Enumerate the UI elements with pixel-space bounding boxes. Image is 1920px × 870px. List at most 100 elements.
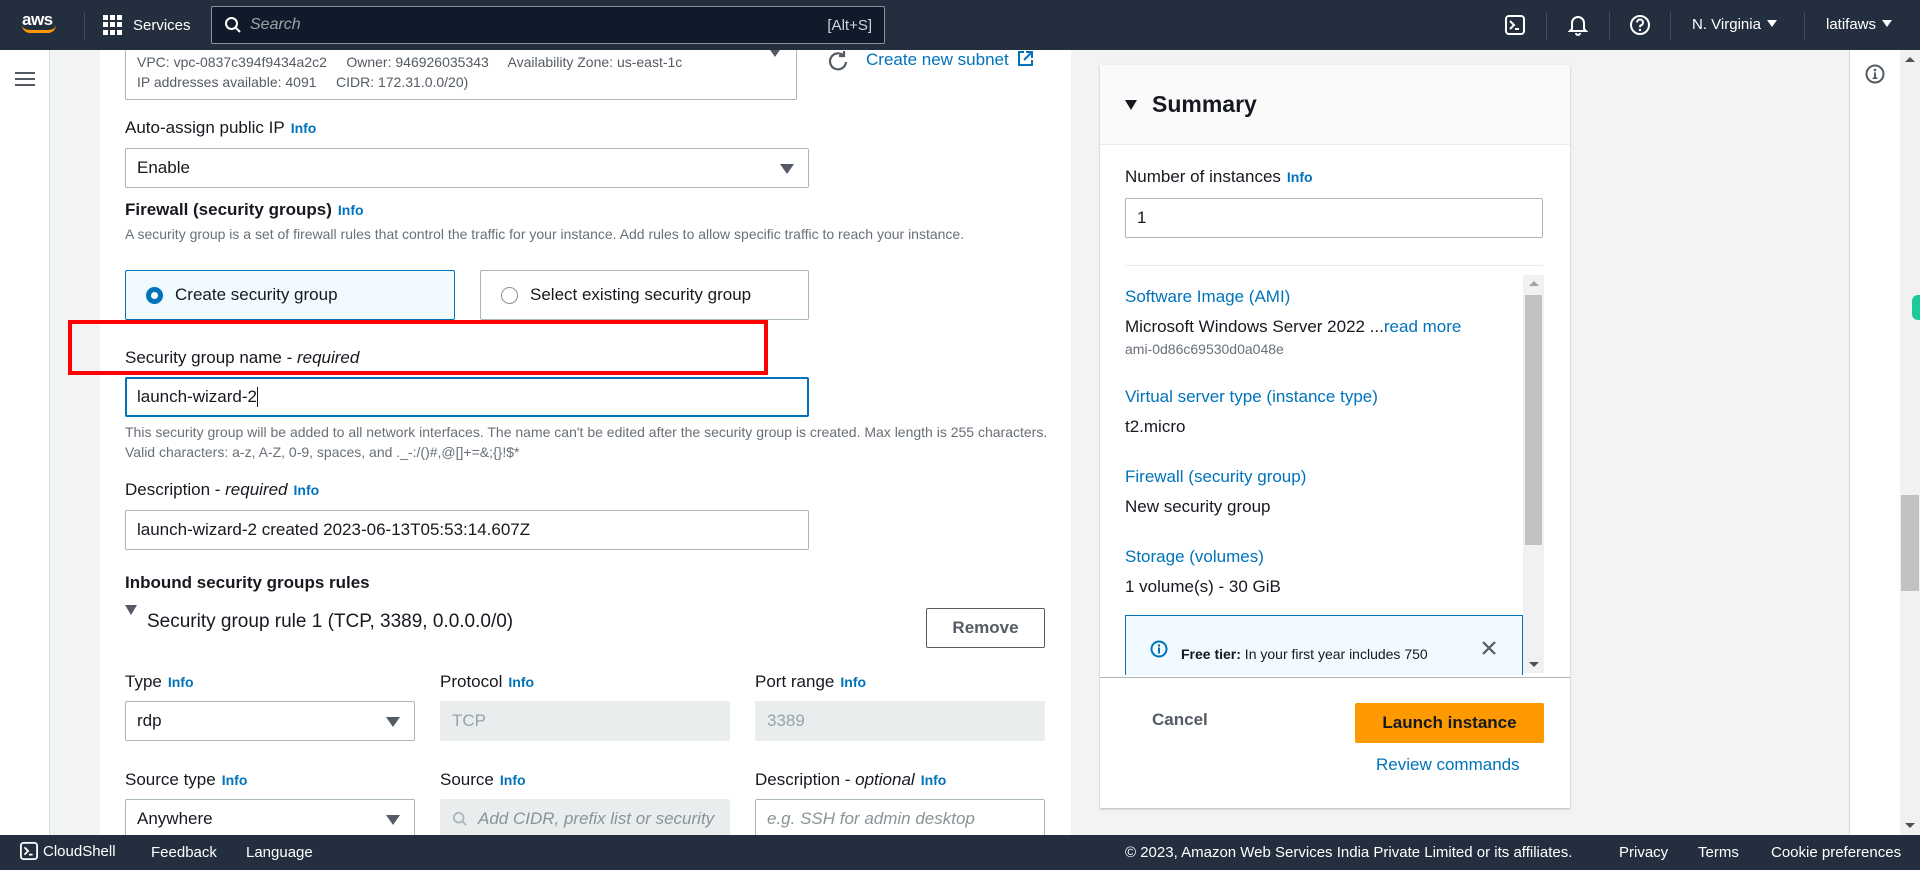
top-navigation-bar: aws Services Search [Alt+S] N. Virginia …	[0, 0, 1920, 50]
region-selector[interactable]: N. Virginia	[1692, 16, 1777, 33]
free-tier-bold: Free tier:	[1181, 646, 1241, 662]
caret-down-icon	[125, 605, 137, 615]
divider	[1609, 12, 1610, 40]
scroll-up-arrow-icon[interactable]	[1905, 57, 1915, 62]
caret-down-icon	[768, 50, 782, 57]
search-icon	[452, 811, 467, 826]
subnet-select[interactable]: VPC: vpc-0837c394f9434a2c2 Owner: 946926…	[125, 50, 797, 100]
info-link[interactable]: Info	[294, 482, 320, 498]
info-link[interactable]: Info	[500, 772, 526, 788]
info-link[interactable]: Info	[840, 674, 866, 690]
number-of-instances-label-text: Number of instances	[1125, 167, 1281, 186]
caret-down-icon	[1766, 20, 1777, 27]
page-scrollbar[interactable]	[1900, 50, 1920, 835]
info-link[interactable]: Info	[338, 202, 364, 218]
info-panel-icon[interactable]	[1865, 64, 1885, 84]
inbound-rules-heading: Inbound security groups rules	[125, 573, 370, 592]
info-link[interactable]: Info	[222, 772, 248, 788]
scroll-down-arrow-icon[interactable]	[1529, 662, 1539, 667]
notifications-bell-icon[interactable]	[1566, 13, 1590, 37]
firewall-link[interactable]: Firewall (security group)	[1125, 467, 1306, 487]
create-new-subnet-label: Create new subnet	[866, 50, 1009, 69]
launch-instance-button[interactable]: Launch instance	[1355, 703, 1544, 743]
search-input[interactable]: Search [Alt+S]	[211, 6, 885, 44]
services-menu-button[interactable]: Services	[103, 12, 191, 38]
text-cursor	[257, 387, 258, 407]
rule-description-placeholder: e.g. SSH for admin desktop	[767, 809, 975, 828]
scroll-down-arrow-icon[interactable]	[1905, 823, 1915, 828]
external-link-icon	[1018, 51, 1034, 66]
cancel-button[interactable]: Cancel	[1152, 710, 1208, 730]
privacy-link[interactable]: Privacy	[1619, 844, 1668, 861]
search-placeholder: Search	[250, 16, 301, 33]
refresh-icon[interactable]	[827, 50, 849, 72]
feedback-link[interactable]: Feedback	[151, 844, 217, 861]
port-range-value: 3389	[767, 711, 805, 730]
source-type-select[interactable]: Anywhere	[125, 799, 415, 835]
network-settings-form: VPC: vpc-0837c394f9434a2c2 Owner: 946926…	[100, 50, 1071, 835]
description-label: Description - required Info	[125, 480, 319, 500]
close-icon[interactable]	[1481, 640, 1497, 656]
security-group-name-input[interactable]: launch-wizard-2	[125, 377, 809, 417]
cloudshell-icon[interactable]	[1503, 13, 1527, 37]
caret-down-icon	[1125, 99, 1137, 110]
summary-scrollbar[interactable]	[1523, 275, 1544, 673]
auto-assign-ip-label: Auto-assign public IP Info	[125, 118, 316, 138]
protocol-value: TCP	[452, 711, 486, 730]
services-label: Services	[133, 16, 191, 34]
rule-description-input[interactable]: e.g. SSH for admin desktop	[755, 799, 1045, 835]
create-new-subnet-link[interactable]: Create new subnet	[866, 50, 1034, 70]
summary-header-toggle[interactable]: Summary	[1100, 65, 1570, 145]
menu-hamburger-icon[interactable]	[15, 72, 35, 88]
info-link[interactable]: Info	[168, 674, 194, 690]
create-security-group-radio[interactable]: Create security group	[125, 270, 455, 320]
security-group-description-value: launch-wizard-2 created 2023-06-13T05:53…	[137, 520, 531, 539]
select-existing-security-group-radio[interactable]: Select existing security group	[480, 270, 809, 320]
firewall-heading-text: Firewall (security groups)	[125, 200, 332, 219]
source-cidr-input[interactable]: Add CIDR, prefix list or security	[440, 799, 730, 835]
source-type-label-text: Source type	[125, 770, 216, 789]
security-group-description-input[interactable]: launch-wizard-2 created 2023-06-13T05:53…	[125, 510, 809, 550]
info-link[interactable]: Info	[921, 772, 947, 788]
rule-type-select[interactable]: rdp	[125, 701, 415, 741]
required-marker: required	[225, 480, 288, 499]
info-link[interactable]: Info	[291, 120, 317, 136]
caret-down-icon	[780, 164, 794, 174]
launch-instance-label: Launch instance	[1382, 713, 1517, 732]
remove-rule-button[interactable]: Remove	[926, 608, 1045, 648]
divider	[1670, 12, 1671, 40]
info-link[interactable]: Info	[1287, 169, 1313, 185]
scrollbar-thumb[interactable]	[1525, 295, 1542, 545]
storage-link[interactable]: Storage (volumes)	[1125, 547, 1281, 567]
optional-marker: optional	[855, 770, 915, 789]
terms-link[interactable]: Terms	[1698, 844, 1739, 861]
language-link[interactable]: Language	[246, 844, 313, 861]
number-of-instances-input[interactable]: 1	[1125, 198, 1543, 238]
security-group-rule-1-toggle[interactable]: Security group rule 1 (TCP, 3389, 0.0.0.…	[125, 605, 513, 633]
help-icon[interactable]	[1628, 13, 1652, 37]
summary-title: Summary	[1152, 91, 1257, 117]
auto-assign-ip-select[interactable]: Enable	[125, 148, 809, 188]
cloudshell-footer-button[interactable]: CloudShell	[20, 842, 116, 860]
search-shortcut: [Alt+S]	[827, 16, 872, 34]
description-label-text: Description -	[125, 480, 226, 499]
cookie-preferences-link[interactable]: Cookie preferences	[1771, 844, 1901, 861]
port-range-label: Port range Info	[755, 672, 866, 692]
divider	[84, 12, 85, 40]
instance-type-link[interactable]: Virtual server type (instance type)	[1125, 387, 1378, 407]
read-more-link[interactable]: read more	[1384, 317, 1461, 336]
scrollbar-thumb[interactable]	[1901, 495, 1919, 591]
review-commands-link[interactable]: Review commands	[1376, 755, 1520, 775]
security-group-name-value: launch-wizard-2	[137, 387, 257, 406]
ami-link[interactable]: Software Image (AMI)	[1125, 287, 1461, 307]
auto-assign-ip-label-text: Auto-assign public IP	[125, 118, 285, 137]
feedback-side-tab[interactable]	[1912, 295, 1920, 320]
subnet-details-line2: IP addresses available: 4091 CIDR: 172.3…	[137, 74, 469, 90]
aws-logo[interactable]: aws	[22, 11, 62, 40]
account-menu[interactable]: latifaws	[1826, 16, 1893, 33]
summary-item-storage: Storage (volumes) 1 volume(s) - 30 GiB	[1125, 547, 1281, 597]
security-group-name-hint: This security group will be added to all…	[125, 424, 1048, 460]
caret-down-icon	[1882, 20, 1893, 27]
scroll-up-arrow-icon[interactable]	[1529, 281, 1539, 286]
info-link[interactable]: Info	[508, 674, 534, 690]
